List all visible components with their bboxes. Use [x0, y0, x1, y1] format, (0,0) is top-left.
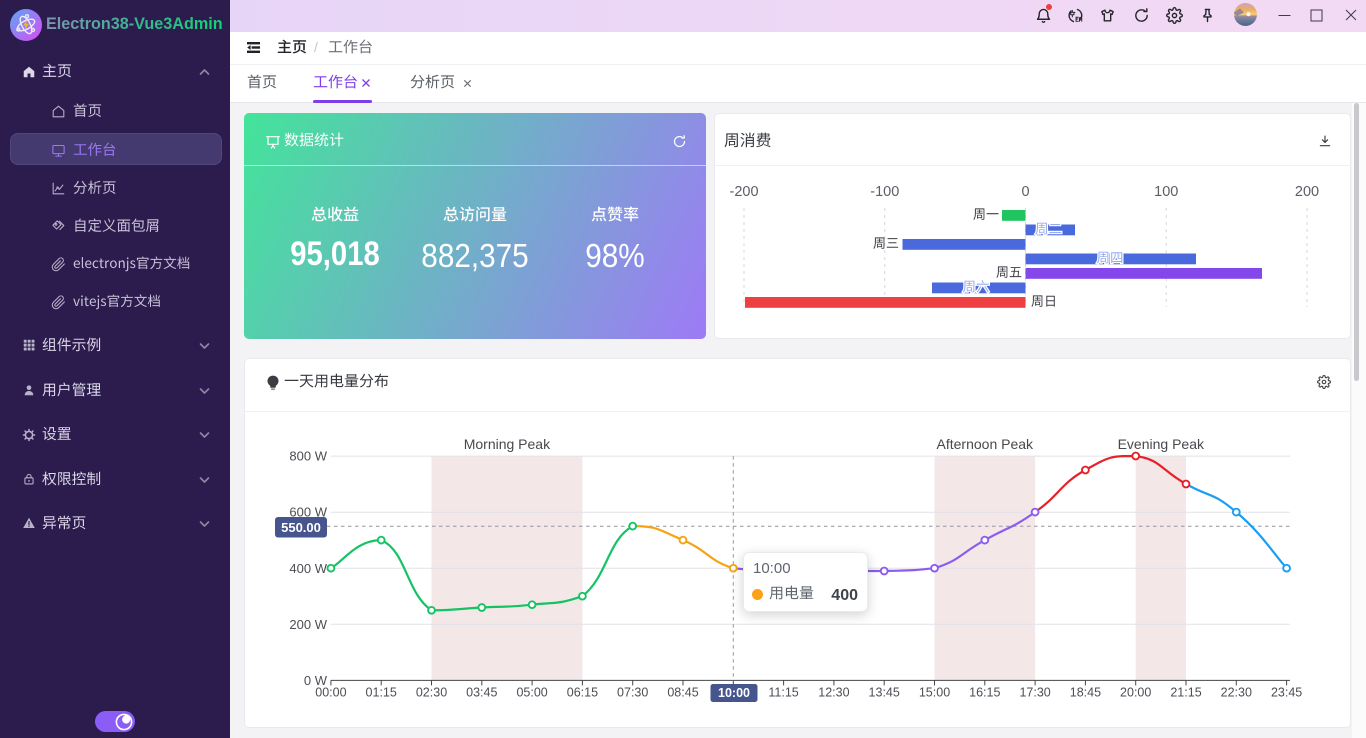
svg-text:21:15: 21:15 — [1170, 686, 1201, 700]
svg-text:03:45: 03:45 — [466, 686, 497, 700]
svg-text:Evening Peak: Evening Peak — [1118, 436, 1205, 452]
svg-text:800 W: 800 W — [289, 449, 327, 464]
svg-text:07:30: 07:30 — [617, 686, 648, 700]
svg-text:11:15: 11:15 — [768, 686, 798, 700]
svg-text:550.00: 550.00 — [281, 520, 321, 535]
svg-text:22:30: 22:30 — [1221, 686, 1252, 700]
svg-text:Morning Peak: Morning Peak — [464, 436, 551, 452]
svg-text:16:15: 16:15 — [969, 686, 1000, 700]
svg-text:400 W: 400 W — [289, 561, 327, 576]
svg-text:01:15: 01:15 — [366, 686, 397, 700]
svg-text:15:00: 15:00 — [919, 686, 950, 700]
svg-text:13:45: 13:45 — [869, 686, 900, 700]
svg-text:-100: -100 — [870, 184, 899, 200]
svg-text:18:45: 18:45 — [1070, 686, 1101, 700]
svg-text:Afternoon Peak: Afternoon Peak — [937, 436, 1035, 452]
svg-text:02:30: 02:30 — [416, 686, 447, 700]
svg-text:00:00: 00:00 — [315, 686, 346, 700]
svg-text:23:45: 23:45 — [1271, 686, 1302, 700]
svg-text:08:45: 08:45 — [667, 686, 698, 700]
svg-text:200: 200 — [1295, 184, 1319, 200]
svg-text:05:00: 05:00 — [516, 686, 547, 700]
svg-text:0: 0 — [1021, 184, 1029, 200]
svg-text:100: 100 — [1154, 184, 1178, 200]
svg-text:06:15: 06:15 — [567, 686, 598, 700]
svg-text:200 W: 200 W — [289, 617, 327, 632]
svg-text:-200: -200 — [729, 184, 758, 200]
svg-text:17:30: 17:30 — [1019, 686, 1050, 700]
svg-text:10:00: 10:00 — [718, 686, 750, 700]
svg-text:12:30: 12:30 — [818, 686, 849, 700]
svg-text:20:00: 20:00 — [1120, 686, 1151, 700]
